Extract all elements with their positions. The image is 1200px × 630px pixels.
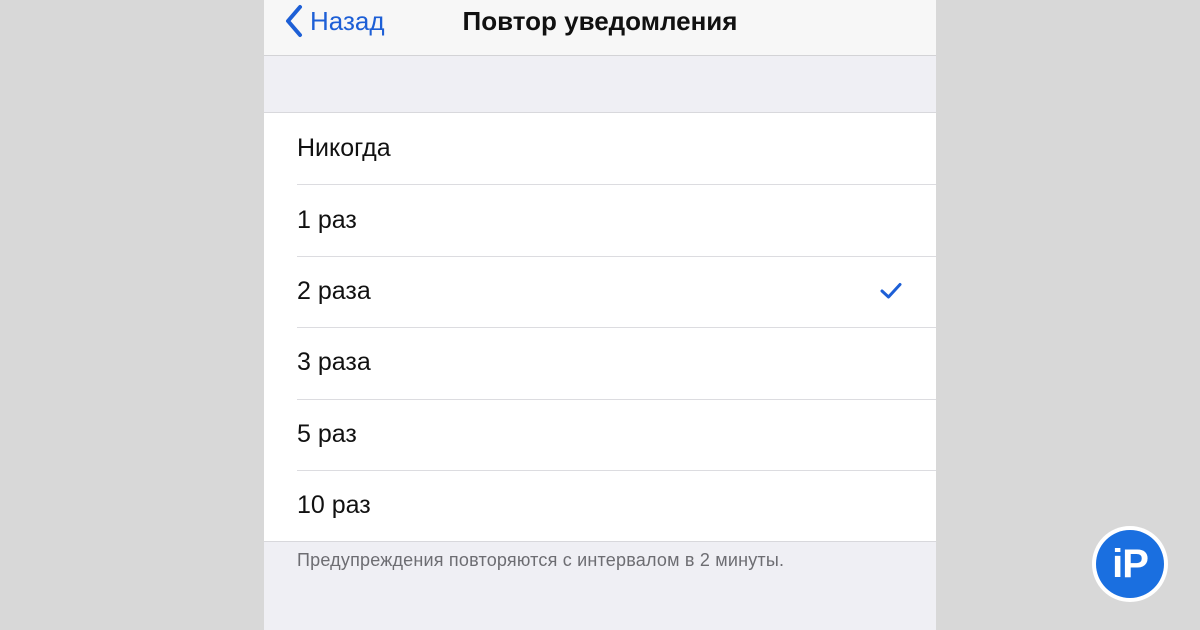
repeat-options-list: Никогда 1 раз 2 раза 3 раза 5 раз 10 раз [264, 112, 936, 543]
navigation-bar: Назад Повтор уведомления [264, 0, 936, 56]
option-never[interactable]: Никогда [264, 113, 936, 184]
option-label: 2 раза [297, 276, 371, 305]
settings-screen: Назад Повтор уведомления Никогда 1 раз 2… [264, 0, 936, 630]
footer-note: Предупреждения повторяются с интервалом … [297, 550, 785, 570]
option-label: 10 раз [297, 491, 371, 520]
option-3-times[interactable]: 3 раза [264, 327, 936, 398]
page-title: Повтор уведомления [462, 5, 738, 36]
option-5-times[interactable]: 5 раз [264, 398, 936, 470]
logo-text: iP [1096, 530, 1164, 598]
iphones-logo: iP [1092, 526, 1168, 602]
option-label: 5 раз [297, 419, 357, 448]
option-label: 3 раза [297, 348, 371, 377]
option-1-time[interactable]: 1 раз [264, 184, 936, 255]
checkmark-icon [880, 283, 902, 299]
option-10-times[interactable]: 10 раз [264, 469, 936, 541]
option-2-times[interactable]: 2 раза [264, 255, 936, 327]
option-label: Никогда [297, 134, 391, 163]
option-label: 1 раз [297, 205, 357, 234]
